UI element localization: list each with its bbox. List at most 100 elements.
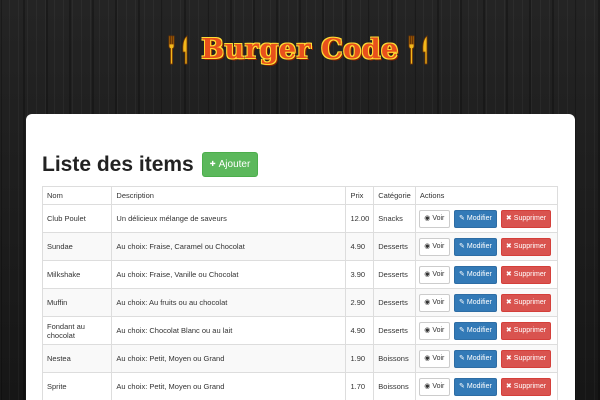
eye-icon: ◉ [424,215,431,222]
edit-button[interactable]: ✎ Modifier [453,377,497,396]
items-table: Nom Description Prix Catégorie Actions C… [41,186,559,400]
pencil-icon: ✎ [459,355,465,362]
cell-categorie: Desserts [373,316,416,345]
cell-actions: ◉ Voir ✎ Modifier ✖ Supprimer [414,260,559,289]
table-row: Fondant au chocolat Au choix: Chocolat B… [41,316,559,345]
table-row: Milkshake Au choix: Fraise, Vanille ou C… [41,260,559,289]
add-item-button[interactable]: ✚ Ajouter [201,152,259,177]
cell-description: Au choix: Petit, Moyen ou Grand [111,372,347,400]
cell-prix: 1.70 [345,372,375,400]
view-button[interactable]: ◉ Voir [418,237,450,256]
delete-label: Supprimer [513,355,547,362]
delete-label: Supprimer [513,299,547,306]
cell-prix: 4.90 [345,232,375,261]
logo-text: Burger Code [201,34,399,65]
pencil-icon: ✎ [459,383,465,390]
cell-actions: ◉ Voir ✎ Modifier ✖ Supprimer [414,372,559,400]
cell-actions: ◉ Voir ✎ Modifier ✖ Supprimer [414,316,559,345]
cell-description: Au choix: Petit, Moyen ou Grand [111,344,347,373]
pencil-icon: ✎ [459,271,465,278]
cell-nom: Sundae [41,232,113,261]
cell-description: Au choix: Chocolat Blanc ou au lait [111,316,347,345]
cell-categorie: Desserts [373,260,416,289]
pencil-icon: ✎ [459,327,465,334]
pencil-icon: ✎ [459,243,465,250]
view-label: Voir [432,355,445,362]
header-actions: Actions [414,186,559,205]
view-button[interactable]: ◉ Voir [418,377,450,396]
table-row: Muffin Au choix: Au fruits ou au chocola… [41,288,559,317]
delete-label: Supprimer [513,215,547,222]
edit-button[interactable]: ✎ Modifier [453,209,497,228]
table-row: Sundae Au choix: Fraise, Caramel ou Choc… [41,232,559,261]
cell-nom: Milkshake [41,260,113,289]
view-button[interactable]: ◉ Voir [418,349,450,368]
cell-prix: 4.90 [345,316,375,345]
edit-button[interactable]: ✎ Modifier [453,349,497,368]
remove-icon: ✖ [505,299,512,306]
edit-label: Modifier [466,355,492,362]
view-button[interactable]: ◉ Voir [418,209,450,228]
pencil-icon: ✎ [459,299,465,306]
pencil-icon: ✎ [459,215,465,222]
delete-label: Supprimer [513,243,547,250]
view-label: Voir [432,299,445,306]
header-categorie: Catégorie [373,186,416,205]
delete-button[interactable]: ✖ Supprimer [501,349,551,368]
delete-label: Supprimer [513,327,547,334]
edit-button[interactable]: ✎ Modifier [453,293,497,312]
edit-button[interactable]: ✎ Modifier [453,321,497,340]
cell-categorie: Boissons [373,372,416,400]
view-button[interactable]: ◉ Voir [418,265,450,284]
delete-button[interactable]: ✖ Supprimer [501,265,551,284]
cell-categorie: Desserts [373,288,416,317]
cutlery-icon [168,35,188,65]
table-row: Club Poulet Un délicieux mélange de save… [41,204,559,233]
cell-nom: Sprite [41,372,113,400]
cell-description: Au choix: Fraise, Vanille ou Chocolat [111,260,347,289]
edit-label: Modifier [466,243,492,250]
edit-label: Modifier [466,299,492,306]
edit-button[interactable]: ✎ Modifier [453,237,497,256]
delete-button[interactable]: ✖ Supprimer [501,293,551,312]
cell-nom: Fondant au chocolat [41,316,113,345]
delete-button[interactable]: ✖ Supprimer [501,237,551,256]
eye-icon: ◉ [424,271,431,278]
delete-label: Supprimer [513,271,547,278]
table-row: Nestea Au choix: Petit, Moyen ou Grand 1… [41,344,559,373]
cell-prix: 2.90 [345,288,375,317]
view-button[interactable]: ◉ Voir [418,321,450,340]
delete-button[interactable]: ✖ Supprimer [501,209,551,228]
header-description: Description [111,186,347,205]
edit-label: Modifier [466,215,492,222]
delete-button[interactable]: ✖ Supprimer [501,377,551,396]
header-prix: Prix [345,186,375,205]
cell-prix: 3.90 [345,260,375,289]
title-row: Liste des items ✚ Ajouter [42,152,259,177]
edit-label: Modifier [466,383,492,390]
table-header-row: Nom Description Prix Catégorie Actions [41,186,559,205]
view-button[interactable]: ◉ Voir [418,293,450,312]
cell-description: Un délicieux mélange de saveurs [111,204,347,233]
delete-button[interactable]: ✖ Supprimer [501,321,551,340]
header-nom: Nom [41,186,113,205]
cell-actions: ◉ Voir ✎ Modifier ✖ Supprimer [414,232,559,261]
remove-icon: ✖ [505,327,512,334]
add-button-label: Ajouter [218,159,251,170]
remove-icon: ✖ [505,243,512,250]
eye-icon: ◉ [424,243,431,250]
eye-icon: ◉ [424,299,431,306]
cutlery-icon [408,35,428,65]
edit-button[interactable]: ✎ Modifier [453,265,497,284]
site-header: Burger Code [0,30,600,70]
edit-label: Modifier [466,327,492,334]
view-label: Voir [432,243,445,250]
cell-actions: ◉ Voir ✎ Modifier ✖ Supprimer [414,288,559,317]
items-panel: Liste des items ✚ Ajouter Nom Descriptio… [26,114,575,400]
eye-icon: ◉ [424,383,431,390]
table-row: Sprite Au choix: Petit, Moyen ou Grand 1… [41,372,559,400]
cell-description: Au choix: Au fruits ou au chocolat [111,288,347,317]
view-label: Voir [432,383,445,390]
remove-icon: ✖ [505,355,512,362]
cell-prix: 12.00 [345,204,375,233]
